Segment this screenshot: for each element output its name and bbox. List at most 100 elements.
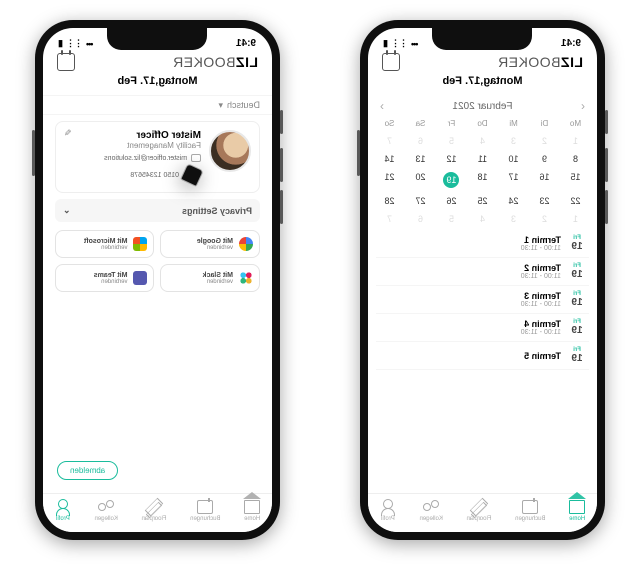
calendar-day[interactable]: 21 [374,168,405,192]
calendar-day[interactable]: 23 [529,192,560,210]
calendar-day[interactable]: 1 [560,210,591,228]
calendar-day[interactable]: 6 [405,210,436,228]
event-row[interactable]: Fri19Termin 211:00 - 11:30 [376,258,589,286]
calendar-day[interactable]: 20 [405,168,436,192]
calendar-day[interactable]: 4 [467,132,498,150]
tab-icon [471,500,487,514]
integration-icon [134,271,148,285]
calendar-day[interactable]: 24 [498,192,529,210]
calendar-day[interactable]: 1 [560,132,591,150]
tab-floorplan[interactable]: Floorplan [467,500,492,522]
events-list: Fri19Termin 111:00 - 11:30Fri19Termin 21… [368,228,597,370]
calendar-day[interactable]: 10 [498,150,529,168]
weekday-row: MoDiMiDoFrSaSo [368,117,597,132]
integration-button[interactable]: Mit Teamsverbinden [55,264,155,292]
wifi-icon: ⋮⋮ [392,38,408,49]
app-logo: LIZBOOKER [173,54,258,70]
calendar-grid[interactable]: 1234567891011121314151617181920212223242… [368,132,597,228]
calendar-day[interactable]: 28 [374,192,405,210]
calendar-day[interactable]: 17 [498,168,529,192]
phone-left: 9:41 ••• ⋮⋮ ▮ LIZBOOKER Montag,17. Feb ‹… [360,20,605,540]
calendar-day[interactable]: 25 [467,192,498,210]
chevron-down-icon: ▾ [218,100,223,111]
tab-buchungen[interactable]: Buchungen [515,500,545,522]
chevron-right-icon[interactable]: › [380,99,384,113]
notch [433,28,533,50]
calendar-day[interactable]: 11 [467,150,498,168]
status-time: 9:41 [561,38,581,49]
tab-bar: Home Buchungen Floorplan Kollegen Profil [43,493,272,532]
tab-profil[interactable]: Profil [55,500,71,522]
tab-buchungen[interactable]: Buchungen [190,500,220,522]
calendar-day[interactable]: 9 [529,150,560,168]
profile-phone: 0150 12345678 [104,166,201,184]
logout-button[interactable]: abmelden [57,461,118,480]
tab-icon [423,500,439,514]
calendar-day[interactable]: 5 [436,210,467,228]
calendar-day[interactable]: 22 [560,192,591,210]
calendar-day[interactable]: 14 [374,150,405,168]
tab-icon [569,500,585,514]
tab-icon [98,500,114,514]
language-selector[interactable]: Deutsch ▾ [43,95,272,115]
calendar-day[interactable]: 26 [436,192,467,210]
integration-icon [134,237,148,251]
tab-kollegen[interactable]: Kollegen [420,500,443,522]
calendar-icon[interactable] [57,53,75,71]
integration-icon [239,237,253,251]
tab-icon [522,500,538,514]
privacy-settings-row[interactable]: Privacy Settings ⌄ [55,199,260,222]
calendar-day[interactable]: 5 [436,132,467,150]
calendar-day[interactable]: 8 [560,150,591,168]
battery-icon: ▮ [59,38,63,49]
calendar-day[interactable]: 16 [529,168,560,192]
integration-icon [239,271,253,285]
calendar-day[interactable]: 12 [436,150,467,168]
month-switcher: ‹ Februar 2021 › [368,95,597,117]
calendar-day[interactable]: 15 [560,168,591,192]
tab-bar: Home Buchungen Floorplan Kollegen Profil [368,493,597,532]
edit-icon[interactable]: ✎ [64,128,72,139]
calendar-day[interactable]: 3 [498,210,529,228]
calendar-day[interactable]: 2 [529,210,560,228]
chevron-left-icon[interactable]: ‹ [581,99,585,113]
event-row[interactable]: Fri19Termin 411:00 - 11:30 [376,314,589,342]
calendar-day[interactable]: 4 [467,210,498,228]
tab-floorplan[interactable]: Floorplan [142,500,167,522]
integration-button[interactable]: Mit Microsoftverbinden [55,230,155,258]
tab-home[interactable]: Home [244,500,260,522]
integration-button[interactable]: Mit Slackverbinden [161,264,261,292]
calendar-day[interactable]: 7 [374,132,405,150]
signal-icon: ••• [412,39,418,49]
wifi-icon: ⋮⋮ [67,38,83,49]
calendar-day[interactable]: 18 [467,168,498,192]
app-logo: LIZBOOKER [498,54,583,70]
tab-profil[interactable]: Profil [380,500,396,522]
calendar-day[interactable]: 3 [498,132,529,150]
battery-icon: ▮ [384,38,388,49]
calendar-day[interactable]: 7 [374,210,405,228]
phone-right: 9:41 ••• ⋮⋮ ▮ LIZBOOKER Montag,17. Feb D… [35,20,280,540]
event-row[interactable]: Fri19Termin 5 [376,342,589,370]
integration-button[interactable]: Mit Googleverbinden [161,230,261,258]
month-label: Februar 2021 [452,101,512,112]
calendar-day[interactable]: 6 [405,132,436,150]
chevron-down-icon: ⌄ [63,205,71,216]
calendar-day[interactable]: 19 [436,168,467,192]
event-row[interactable]: Fri19Termin 111:00 - 11:30 [376,230,589,258]
tab-kollegen[interactable]: Kollegen [95,500,118,522]
notch [108,28,208,50]
calendar-icon[interactable] [382,53,400,71]
page-date: Montag,17. Feb [368,75,597,87]
calendar-day[interactable]: 2 [529,132,560,150]
integrations-grid: Mit GoogleverbindenMit Microsoftverbinde… [43,226,272,296]
status-time: 9:41 [236,38,256,49]
calendar-day[interactable]: 13 [405,150,436,168]
signal-icon: ••• [87,39,93,49]
tab-icon [244,500,260,514]
tab-home[interactable]: Home [569,500,585,522]
event-row[interactable]: Fri19Termin 311:00 - 11:30 [376,286,589,314]
mail-icon [191,154,201,162]
phone-icon [180,163,204,187]
calendar-day[interactable]: 27 [405,192,436,210]
